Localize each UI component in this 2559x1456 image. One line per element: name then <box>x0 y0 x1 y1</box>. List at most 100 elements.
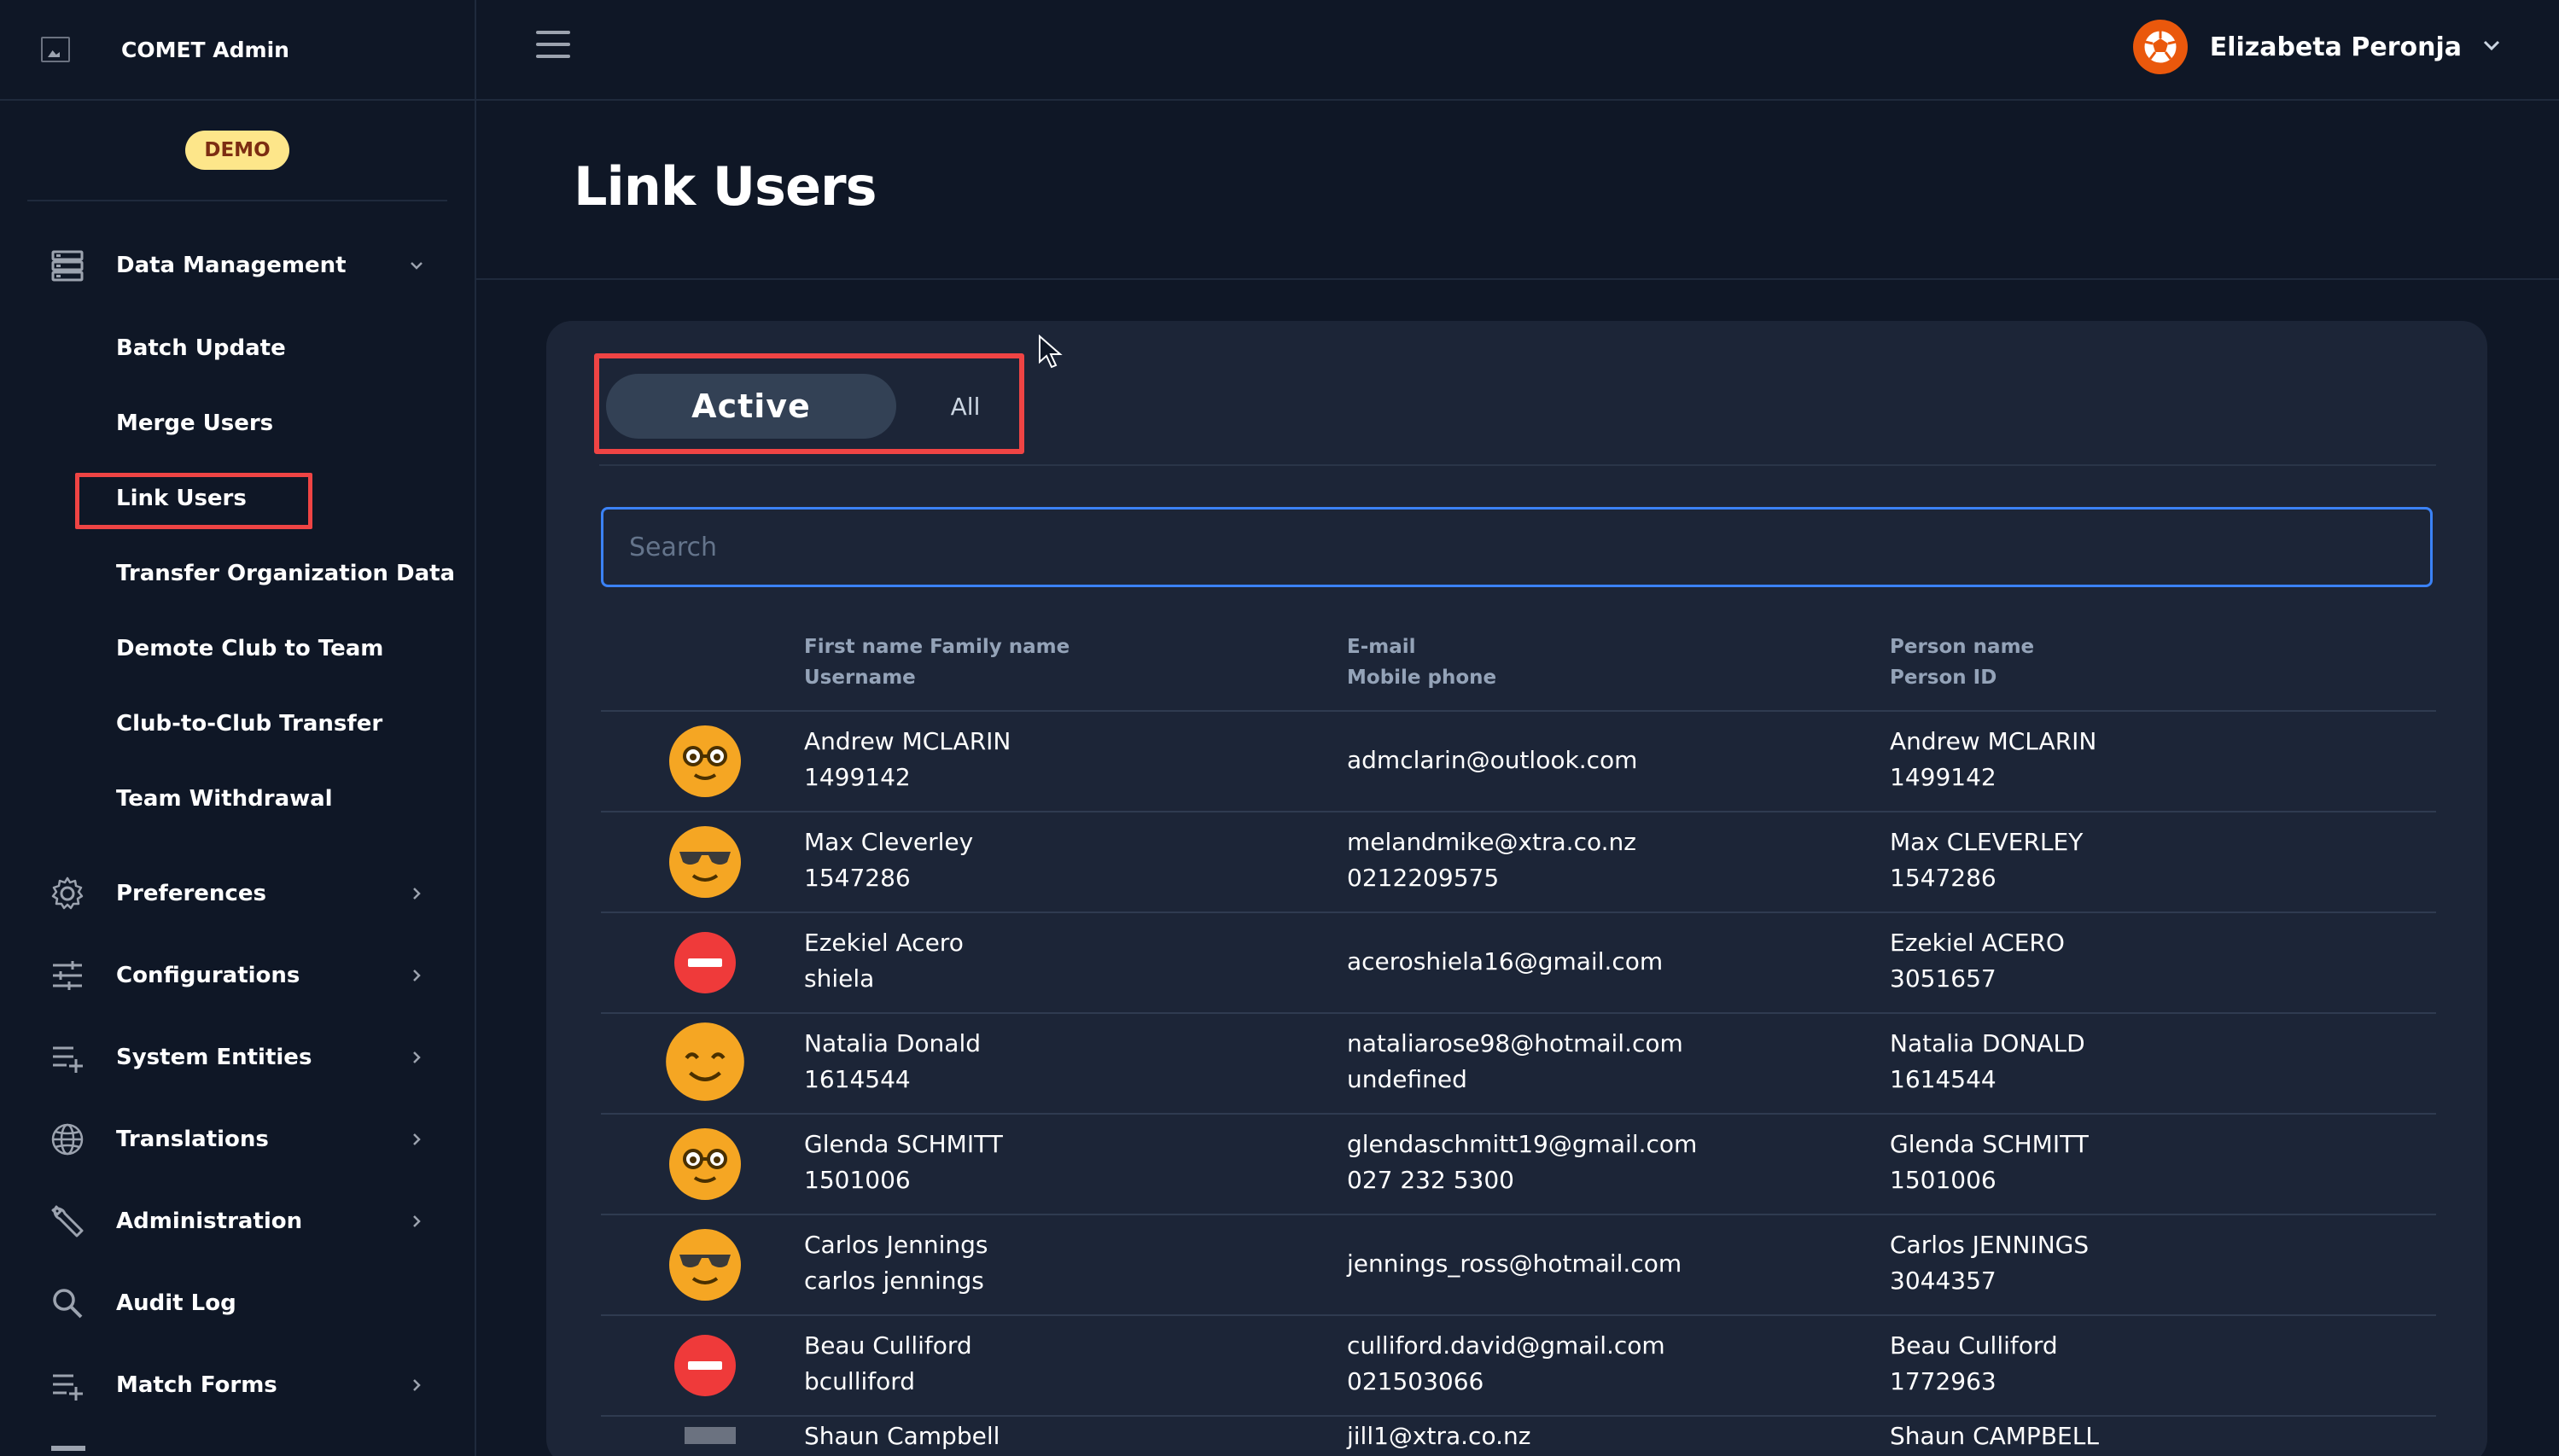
person-cell: Natalia DONALD 1614544 <box>1890 1026 2085 1098</box>
mobile-phone: 0212209575 <box>1347 864 1500 892</box>
sidebar-subitem-merge-users[interactable]: Merge Users <box>116 406 273 440</box>
name-cell: Ezekiel Acero shiela <box>804 925 964 997</box>
chevron-right-icon <box>406 1129 427 1150</box>
person-id: 1772963 <box>1890 1367 1996 1395</box>
table-row[interactable]: Max Cleverley 1547286 melandmike@xtra.co.… <box>601 812 2436 913</box>
sidebar-subitem-link-users[interactable]: Link Users <box>116 481 247 515</box>
person-id: 1501006 <box>1890 1166 1996 1194</box>
user-full-name: Max Cleverley <box>804 828 974 856</box>
table-row[interactable]: Glenda SCHMITT 1501006 glendaschmitt19@gm… <box>601 1115 2436 1215</box>
table-row[interactable]: Beau Culliford bculliford culliford.david… <box>601 1316 2436 1417</box>
sidebar-item-match-forms[interactable]: Match Forms <box>0 1355 476 1415</box>
sidebar-item-translations[interactable]: Translations <box>0 1109 476 1169</box>
sunglasses-face-icon <box>669 1229 741 1301</box>
column-header-person-line1: Person name <box>1890 636 2035 658</box>
column-header-name-line2: Username <box>804 667 916 689</box>
user-full-name: Glenda SCHMITT <box>804 1130 1003 1158</box>
username: shiela <box>804 964 875 993</box>
sidebar-item-preferences[interactable]: Preferences <box>0 864 476 923</box>
email: melandmike@xtra.co.nz <box>1347 828 1636 856</box>
tab-active[interactable]: Active <box>606 374 896 439</box>
globe-icon <box>50 1121 85 1157</box>
email-cell: culliford.david@gmail.com 021503066 <box>1347 1328 1665 1400</box>
sidebar-item-audit-log[interactable]: Audit Log <box>0 1273 476 1333</box>
hamburger-menu-icon[interactable] <box>536 31 570 61</box>
email: aceroshiela16@gmail.com <box>1347 947 1664 976</box>
person-name: Glenda SCHMITT <box>1890 1130 2089 1158</box>
sidebar-subitem-transfer-organization-data[interactable]: Transfer Organization Data <box>116 556 455 591</box>
sidebar-item-label: Configurations <box>116 963 300 988</box>
sidebar-item-administration[interactable]: Administration <box>0 1191 476 1251</box>
email-cell: jennings_ross@hotmail.com <box>1347 1246 1682 1282</box>
sidebar: COMET Admin DEMO Data Management Batch U… <box>0 0 476 1456</box>
email: jennings_ross@hotmail.com <box>1347 1249 1682 1278</box>
chevron-right-icon <box>406 965 427 986</box>
sidebar-subitem-club-to-club-transfer[interactable]: Club-to-Club Transfer <box>116 707 382 741</box>
table-row[interactable]: Natalia Donald 1614544 nataliarose98@hotm… <box>601 1014 2436 1115</box>
sidebar-item-system-entities[interactable]: System Entities <box>0 1028 476 1087</box>
person-id: 3051657 <box>1890 964 1996 993</box>
search-input[interactable] <box>601 507 2433 587</box>
mouse-cursor-icon <box>1039 335 1063 369</box>
gear-icon <box>50 876 85 911</box>
sidebar-item-label: Translations <box>116 1127 269 1152</box>
tabs-highlight: Active All <box>594 353 1024 454</box>
user-full-name: Natalia Donald <box>804 1029 982 1057</box>
table-row[interactable]: Ezekiel Acero shiela aceroshiela16@gmail.… <box>601 913 2436 1014</box>
column-header-name-line1: First name Family name <box>804 636 1070 658</box>
sidebar-subitem-team-withdrawal[interactable]: Team Withdrawal <box>116 782 333 816</box>
person-name: Carlos JENNINGS <box>1890 1231 2090 1259</box>
person-name: Andrew MCLARIN <box>1890 727 2097 755</box>
email: nataliarose98@hotmail.com <box>1347 1029 1683 1057</box>
user-menu[interactable]: Elizabeta Peronja <box>2132 17 2503 77</box>
person-cell: Max CLEVERLEY 1547286 <box>1890 824 2083 896</box>
person-id: 3044357 <box>1890 1267 1996 1295</box>
name-cell: Carlos Jennings carlos jennings <box>804 1227 988 1299</box>
chevron-right-icon <box>406 1211 427 1232</box>
table-row[interactable]: Shaun Campbell jill1@xtra.co.nz Shaun CA… <box>601 1417 2436 1456</box>
column-header-name[interactable]: First name Family name Username <box>804 632 1070 693</box>
email: jill1@xtra.co.nz <box>1347 1422 1531 1450</box>
username: 1499142 <box>804 763 911 791</box>
user-full-name: Ezekiel Acero <box>804 929 964 957</box>
user-full-name: Beau Culliford <box>804 1331 972 1360</box>
person-name: Max CLEVERLEY <box>1890 828 2084 856</box>
sidebar-item-label: Match Forms <box>116 1372 277 1398</box>
name-cell: Andrew MCLARIN 1499142 <box>804 724 1011 795</box>
username: 1547286 <box>804 864 911 892</box>
sidebar-item-label: Preferences <box>116 881 266 906</box>
person-cell: Shaun CAMPBELL <box>1890 1418 2099 1454</box>
column-header-email[interactable]: E-mail Mobile phone <box>1347 632 1496 693</box>
sidebar-item-data-management[interactable]: Data Management <box>0 236 476 295</box>
brand: COMET Admin <box>0 0 475 101</box>
table-row[interactable]: Carlos Jennings carlos jennings jennings_… <box>601 1215 2436 1316</box>
chevron-right-icon <box>406 1375 427 1395</box>
column-header-person[interactable]: Person name Person ID <box>1890 632 2034 693</box>
no-entry-icon <box>674 1335 736 1396</box>
sidebar-subitem-batch-update[interactable]: Batch Update <box>116 331 286 365</box>
wrench-icon <box>50 1203 85 1239</box>
sidebar-item-label: Administration <box>116 1208 303 1234</box>
sliders-icon <box>50 958 85 993</box>
username: carlos jennings <box>804 1267 984 1295</box>
person-cell: Glenda SCHMITT 1501006 <box>1890 1127 2089 1198</box>
tab-all[interactable]: All <box>927 374 1004 439</box>
person-id: 1499142 <box>1890 763 1996 791</box>
person-id: 1547286 <box>1890 864 1996 892</box>
mobile-phone: 021503066 <box>1347 1367 1484 1395</box>
name-cell: Max Cleverley 1547286 <box>804 824 973 896</box>
list-add-icon <box>50 1367 85 1403</box>
email: admclarin@outlook.com <box>1347 746 1638 774</box>
nerd-face-icon <box>669 1128 741 1200</box>
list-add-icon <box>50 1040 85 1075</box>
sidebar-item-configurations[interactable]: Configurations <box>0 946 476 1005</box>
email-cell: melandmike@xtra.co.nz 0212209575 <box>1347 824 1636 896</box>
demo-badge: DEMO <box>185 131 289 170</box>
table-row[interactable]: Andrew MCLARIN 1499142 admclarin@outlook.… <box>601 712 2436 812</box>
search-icon <box>50 1285 85 1321</box>
user-full-name: Carlos Jennings <box>804 1231 988 1259</box>
chevron-down-icon <box>2480 34 2503 60</box>
avatar <box>2132 20 2188 74</box>
sidebar-item-label: Audit Log <box>116 1290 236 1316</box>
sidebar-subitem-demote-club-to-team[interactable]: Demote Club to Team <box>116 632 383 666</box>
